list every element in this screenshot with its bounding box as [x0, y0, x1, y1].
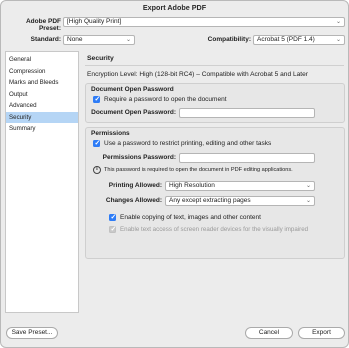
require-password-label: Require a password to open the document [104, 96, 227, 103]
export-pdf-dialog: Export Adobe PDF Adobe PDF Preset: [High… [0, 0, 349, 348]
changes-allowed-value: Any except extracting pages [169, 197, 251, 204]
require-password-checkbox[interactable] [93, 95, 100, 103]
printing-allowed-value: High Resolution [169, 182, 215, 189]
export-button[interactable]: Export [298, 327, 345, 339]
preset-select[interactable]: [High Quality Print] ⌄ [63, 17, 345, 27]
chevron-down-icon: ⌄ [335, 19, 341, 25]
permissions-password-label: Permissions Password: [102, 154, 176, 161]
info-icon: i [93, 166, 101, 174]
printing-allowed-select[interactable]: High Resolution ⌄ [165, 181, 315, 191]
open-password-field[interactable] [179, 108, 315, 118]
permissions-heading: Permissions [91, 130, 130, 137]
standard-label: Standard: [30, 36, 61, 43]
sidebar-item-security[interactable]: Security [6, 111, 78, 123]
permissions-info-text: This password is required to open the do… [104, 167, 293, 173]
sidebar-item-advanced[interactable]: Advanced [6, 100, 78, 111]
sidebar-item-summary[interactable]: Summary [6, 123, 78, 134]
restrict-permissions-checkbox[interactable] [93, 139, 100, 147]
encryption-level-text: Encryption Level: High (128-bit RC4) – C… [87, 71, 309, 78]
changes-allowed-select[interactable]: Any except extracting pages ⌄ [165, 196, 315, 206]
chevron-down-icon: ⌄ [305, 198, 311, 204]
heading-divider [85, 65, 344, 66]
preset-label: Adobe PDF Preset: [25, 18, 61, 32]
open-password-heading: Document Open Password [91, 86, 174, 93]
cancel-button[interactable]: Cancel [245, 327, 293, 339]
enable-copying-checkbox[interactable] [109, 213, 116, 221]
chevron-down-icon: ⌄ [335, 37, 341, 43]
open-password-group: Document Open Password Require a passwor… [85, 83, 345, 123]
category-sidebar: General Compression Marks and Bleeds Out… [5, 51, 79, 313]
changes-allowed-label: Changes Allowed: [105, 197, 162, 204]
permissions-password-field[interactable] [179, 153, 315, 163]
enable-copying-label: Enable copying of text, images and other… [120, 214, 261, 221]
sidebar-item-output[interactable]: Output [6, 89, 78, 100]
printing-allowed-label: Printing Allowed: [108, 182, 162, 189]
screen-reader-label: Enable text access of screen reader devi… [120, 226, 309, 233]
sidebar-item-general[interactable]: General [6, 54, 78, 65]
permissions-group: Permissions Use a password to restrict p… [85, 127, 345, 259]
compatibility-select[interactable]: Acrobat 5 (PDF 1.4) ⌄ [253, 35, 345, 45]
restrict-permissions-label: Use a password to restrict printing, edi… [104, 140, 272, 147]
open-password-field-label: Document Open Password: [91, 109, 176, 116]
standard-value: None [67, 36, 83, 43]
standard-select[interactable]: None ⌄ [63, 35, 135, 45]
preset-value: [High Quality Print] [67, 18, 122, 25]
screen-reader-checkbox [109, 225, 116, 233]
compatibility-value: Acrobat 5 (PDF 1.4) [257, 36, 315, 43]
sidebar-item-marks-and-bleeds[interactable]: Marks and Bleeds [6, 77, 78, 88]
security-panel: Security Encryption Level: High (128-bit… [83, 51, 346, 313]
sidebar-item-compression[interactable]: Compression [6, 66, 78, 77]
window-title: Export Adobe PDF [142, 3, 207, 12]
chevron-down-icon: ⌄ [125, 37, 131, 43]
chevron-down-icon: ⌄ [305, 183, 311, 189]
compatibility-label: Compatibility: [207, 36, 251, 43]
save-preset-button[interactable]: Save Preset... [6, 327, 58, 339]
panel-heading: Security [87, 55, 114, 62]
